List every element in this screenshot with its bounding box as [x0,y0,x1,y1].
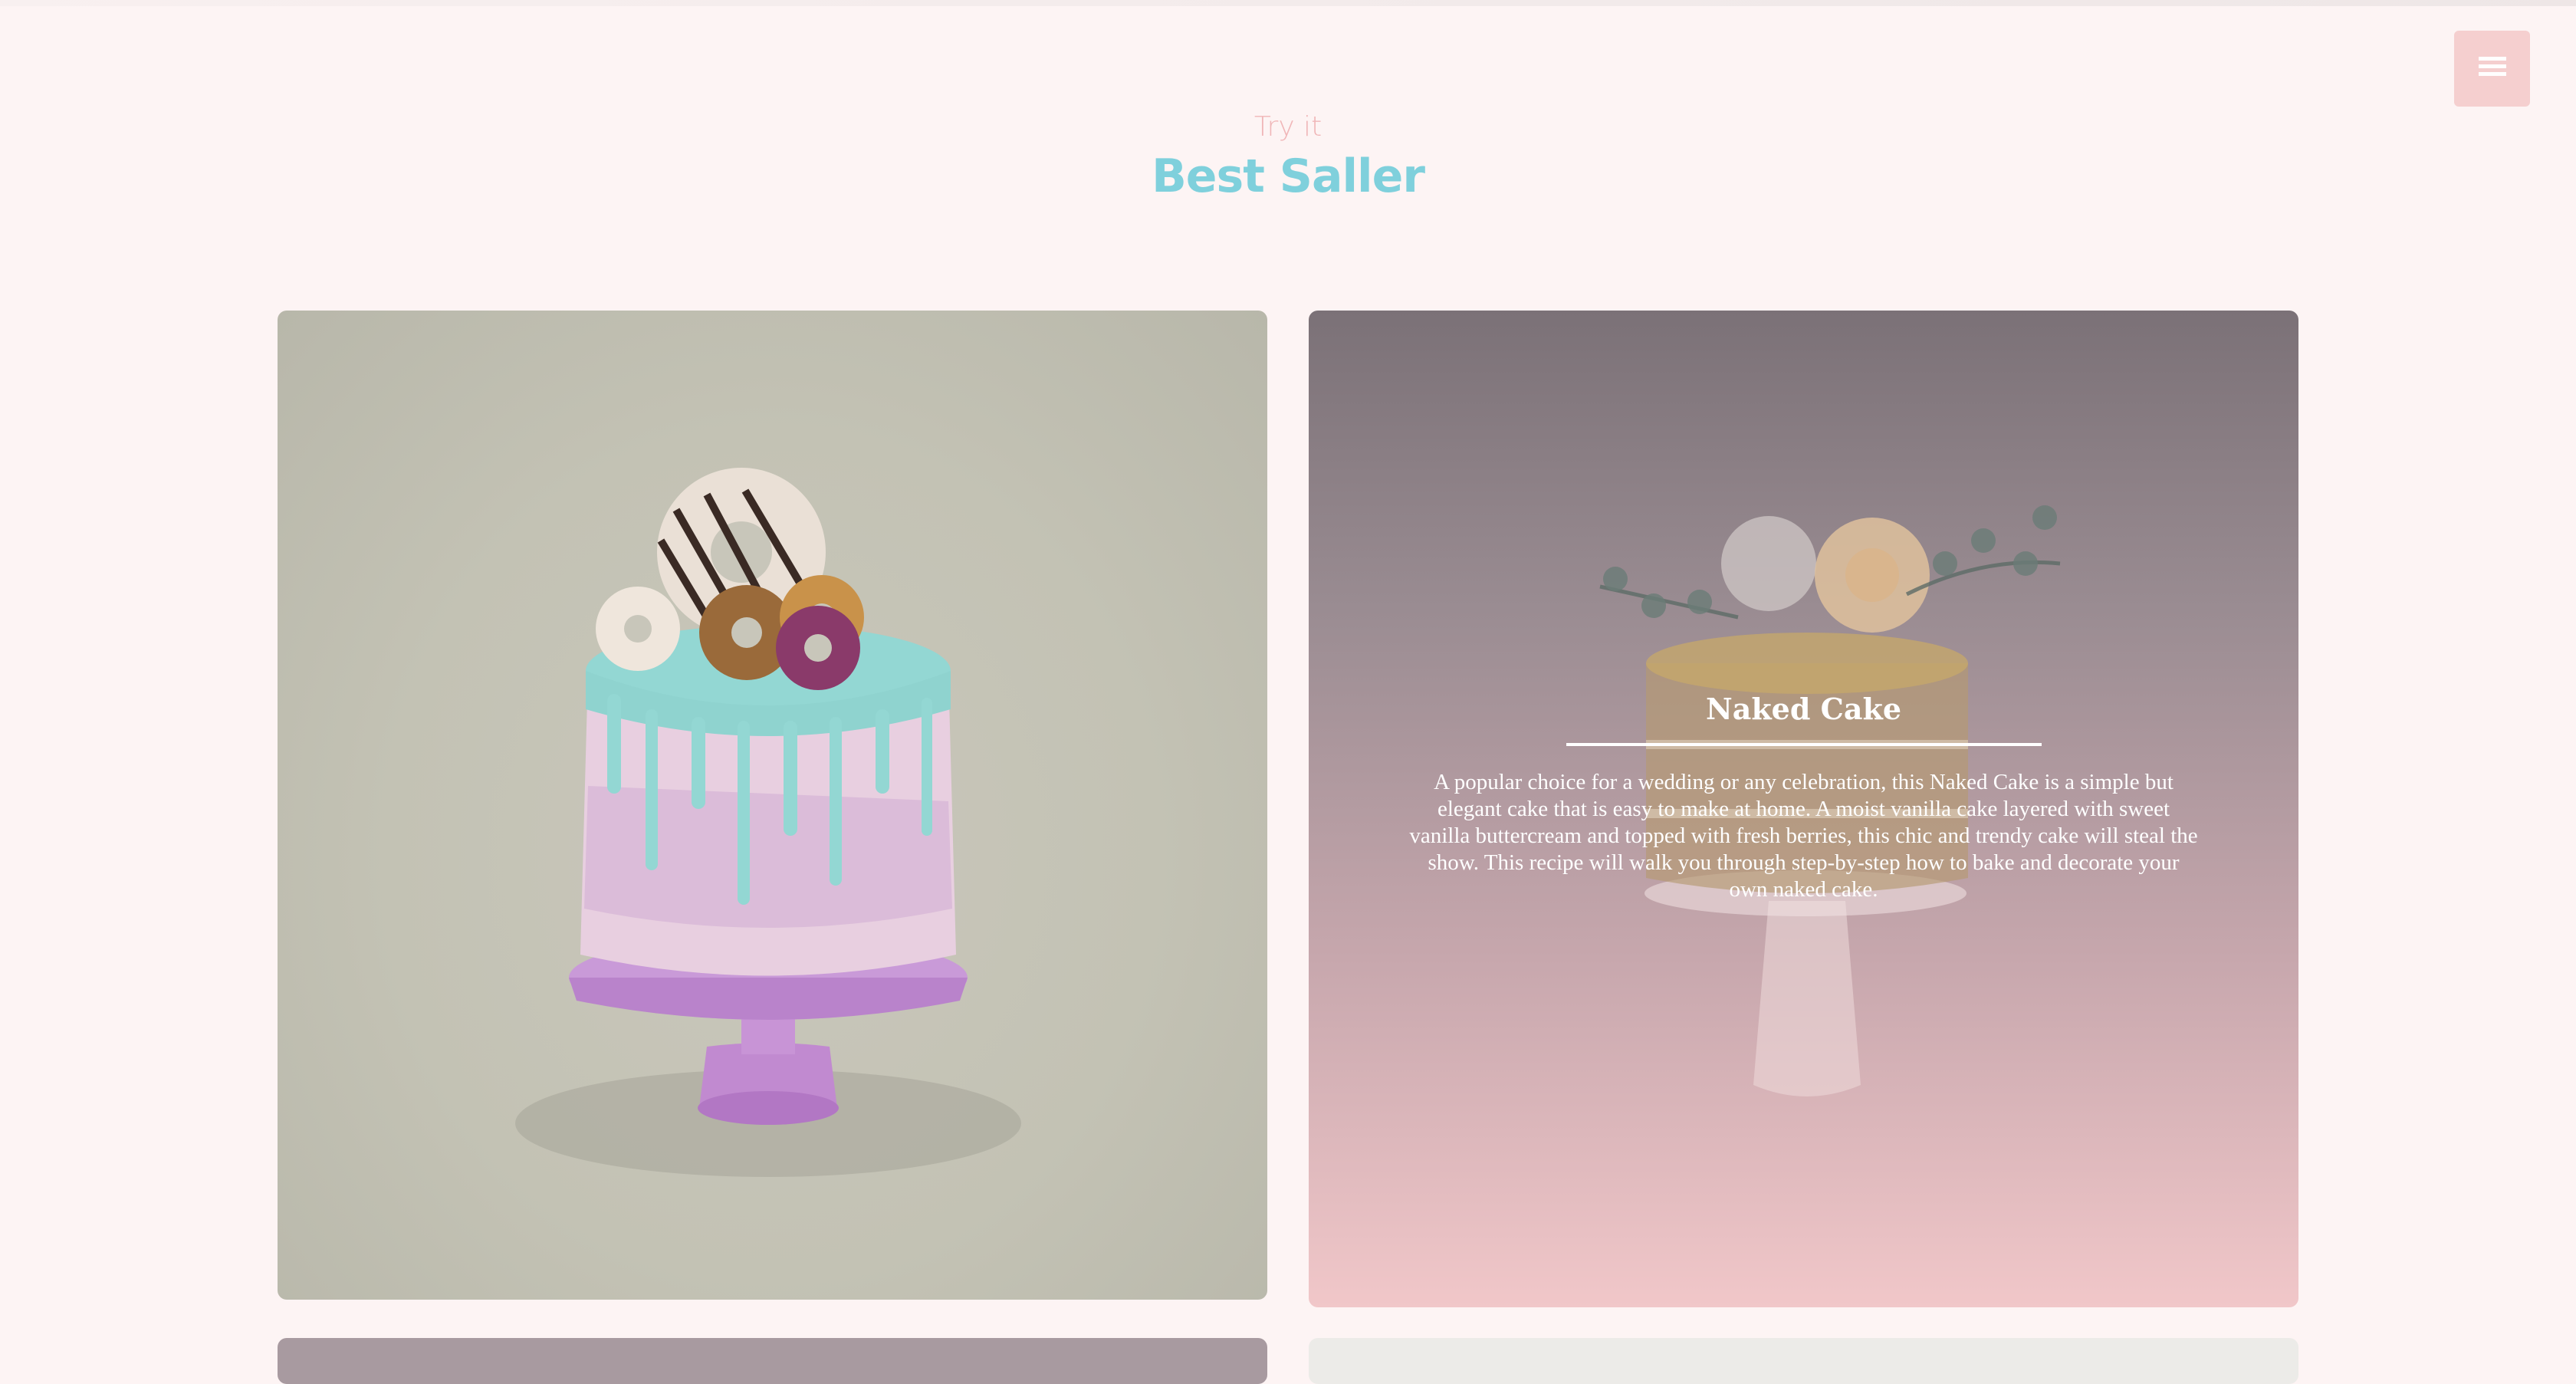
product-card-drip-cake[interactable] [278,311,1267,1300]
menu-button[interactable] [2454,31,2530,107]
section-title: Best Saller [1152,150,1425,203]
product-title: Naked Cake [1705,692,1902,726]
section-heading: Try it Best Saller [0,107,2576,205]
product-card-next-right[interactable] [1309,1338,2298,1384]
section-eyebrow: Try it [1254,111,1322,143]
product-description: A popular choice for a wedding or any ce… [1409,770,2198,902]
product-card-naked-cake[interactable]: Naked Cake A popular choice for a weddin… [1309,311,2298,1307]
hamburger-menu-icon [2478,55,2506,82]
product-card-next-left[interactable] [278,1338,1267,1384]
title-divider [1566,743,2042,746]
top-scroll-shadow [0,0,2576,6]
product-overlay: Naked Cake A popular choice for a weddin… [1309,311,2298,1307]
drip-cake-image [515,468,1021,1177]
